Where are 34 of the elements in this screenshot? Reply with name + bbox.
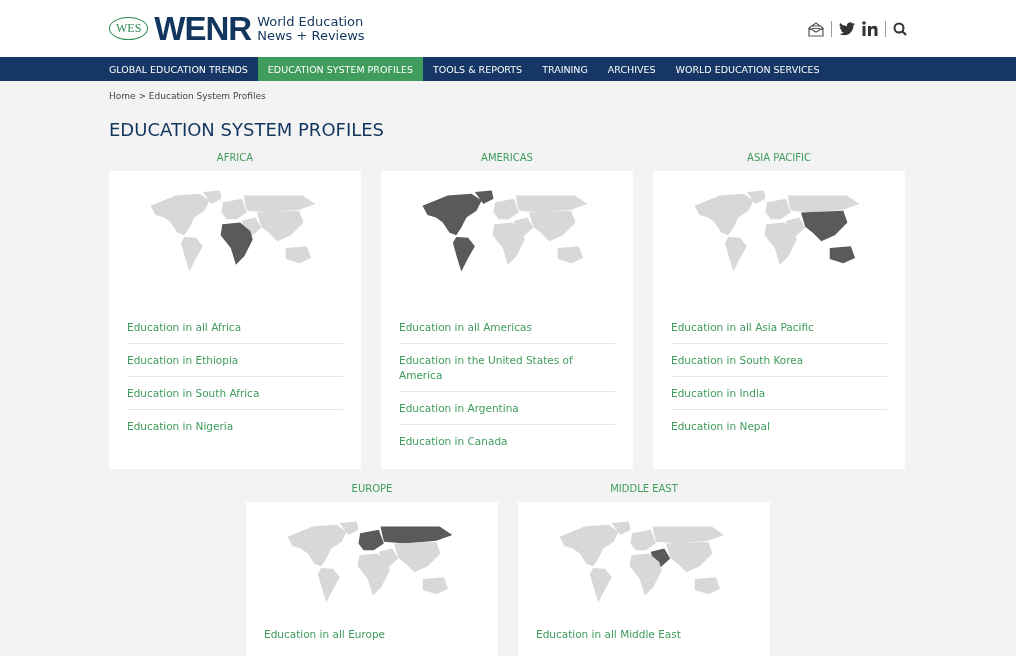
country-link[interactable]: Education in all Africa bbox=[127, 311, 343, 344]
nav-tab[interactable]: WORLD EDUCATION SERVICES bbox=[665, 57, 830, 81]
region-heading[interactable]: AFRICA bbox=[216, 152, 254, 163]
nav-tab[interactable]: TRAINING bbox=[532, 57, 598, 81]
country-link[interactable]: Education in Canada bbox=[399, 425, 615, 457]
nav-tab[interactable]: ARCHIVES bbox=[597, 57, 666, 81]
breadcrumb: Home > Education System Profiles bbox=[109, 90, 267, 101]
country-link[interactable]: Education in all Europe bbox=[264, 618, 480, 650]
country-link[interactable]: Education in Argentina bbox=[399, 392, 615, 425]
region-heading[interactable]: AMERICAS bbox=[481, 152, 533, 163]
nav-tab[interactable]: GLOBAL EDUCATION TRENDS bbox=[109, 57, 258, 81]
country-link[interactable]: Education in Nepal bbox=[671, 410, 887, 442]
search-icon[interactable] bbox=[893, 21, 907, 36]
country-link[interactable]: Education in all Asia Pacific bbox=[671, 311, 887, 344]
country-link[interactable]: Education in Nigeria bbox=[127, 410, 343, 442]
country-link[interactable]: Education in all Middle East bbox=[536, 618, 752, 650]
twitter-icon[interactable] bbox=[839, 21, 855, 36]
nav-tab[interactable]: EDUCATION SYSTEM PROFILES bbox=[257, 57, 424, 81]
region-heading[interactable]: ASIA PACIFIC bbox=[747, 152, 811, 163]
country-link[interactable]: Education in Ethiopia bbox=[127, 344, 343, 377]
country-link[interactable]: Education in South Korea bbox=[671, 344, 887, 377]
logo-tagline: News + Reviews bbox=[257, 28, 365, 43]
region-heading[interactable]: EUROPE bbox=[351, 483, 393, 494]
country-link[interactable]: Education in the United States of America bbox=[399, 344, 615, 392]
page-title: EDUCATION SYSTEM PROFILES bbox=[109, 119, 386, 140]
newsletter-icon[interactable] bbox=[808, 20, 824, 37]
country-link[interactable]: Education in India bbox=[671, 377, 887, 410]
region-heading[interactable]: MIDDLE EAST bbox=[610, 483, 678, 494]
country-link[interactable]: Education in all Americas bbox=[399, 311, 615, 344]
logo-wordmark[interactable]: WENR bbox=[154, 12, 252, 45]
logo-tagline: World Education bbox=[257, 14, 365, 29]
nav-tab[interactable]: TOOLS & REPORTS bbox=[423, 57, 533, 81]
country-link[interactable]: Education in South Africa bbox=[127, 377, 343, 410]
linkedin-icon[interactable] bbox=[862, 21, 878, 36]
